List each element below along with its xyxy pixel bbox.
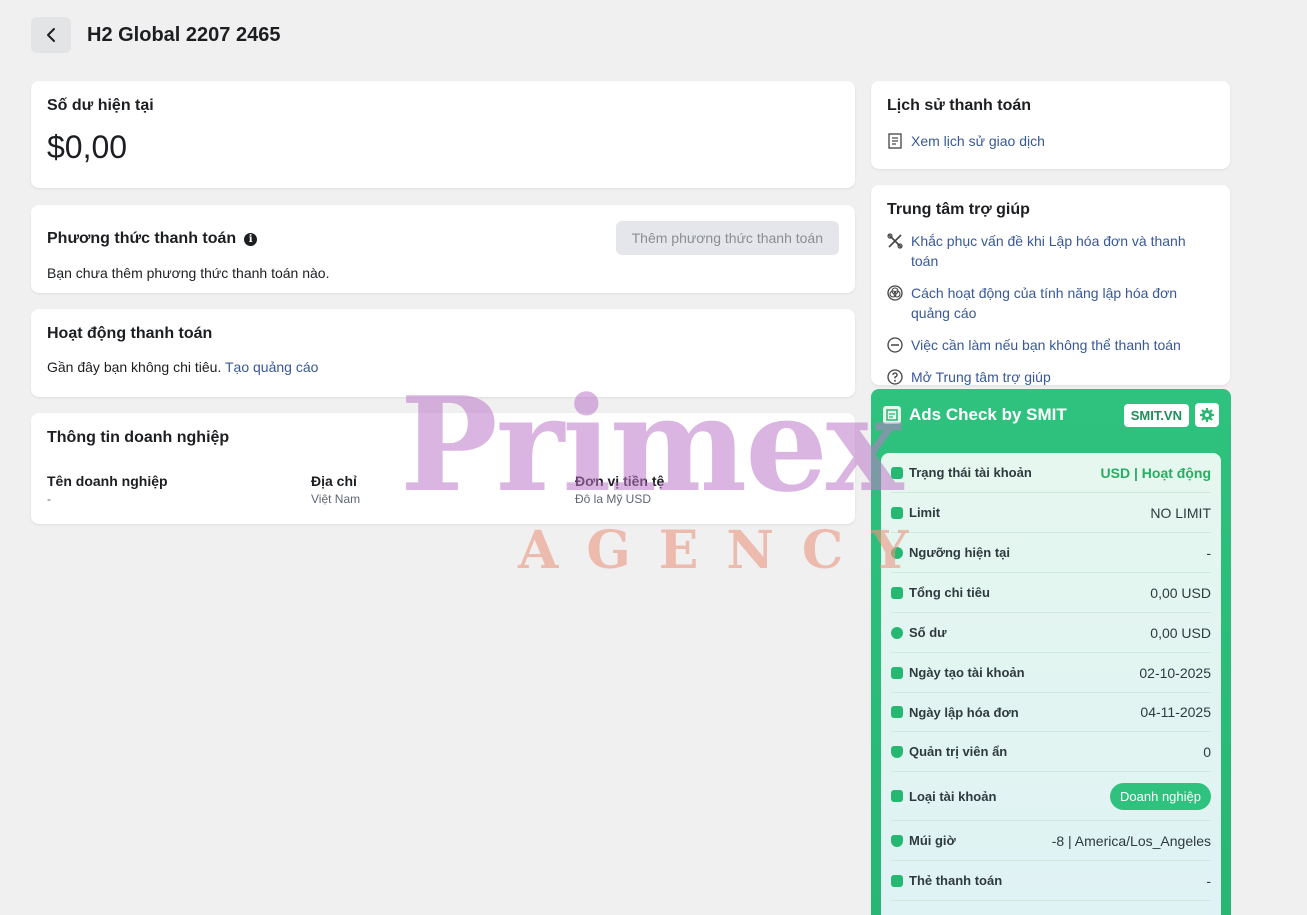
- transaction-history-link-label[interactable]: Xem lịch sử giao dịch: [911, 131, 1045, 151]
- business-name-value: -: [47, 492, 51, 506]
- smit-row-label: Loại tài khoản: [909, 788, 997, 804]
- smit-row-account-type: Loại tài khoản Doanh nghiệp: [891, 772, 1211, 821]
- transaction-history-link[interactable]: Xem lịch sử giao dịch: [887, 131, 1214, 151]
- account-status-value: USD | Hoạt động: [1100, 464, 1211, 481]
- business-name-field: Tên doanh nghiệp -: [47, 473, 311, 506]
- smit-logo-icon: [883, 406, 901, 424]
- dollar-icon: [891, 626, 903, 639]
- balance-value: 0,00 USD: [1150, 624, 1211, 641]
- smit-row-label: Ngày tạo tài khoản: [909, 665, 1025, 680]
- wallet-icon: [891, 586, 903, 599]
- business-address-field: Địa chỉ Việt Nam: [311, 473, 575, 506]
- help-link-label[interactable]: Khắc phục vấn đề khi Lập hóa đơn và than…: [911, 231, 1214, 271]
- payment-card-value: -: [1206, 872, 1211, 889]
- payment-method-title: Phương thức thanh toán: [47, 230, 237, 247]
- minus-circle-icon: [887, 335, 903, 355]
- business-currency-label: Đơn vị tiền tệ: [575, 473, 665, 489]
- account-type-badge: Doanh nghiệp: [1110, 782, 1211, 810]
- help-link-label[interactable]: Cách hoạt động của tính năng lập hóa đơn…: [911, 283, 1214, 323]
- smit-row-hidden-admins: Quản trị viên ẩn 0: [891, 732, 1211, 772]
- smit-row-balance: Số dư 0,00 USD: [891, 613, 1211, 653]
- payment-history-card: Lịch sử thanh toán Xem lịch sử giao dịch: [871, 81, 1230, 169]
- smit-site-button[interactable]: SMIT.VN: [1123, 403, 1189, 427]
- receipt-icon: [887, 131, 903, 151]
- info-icon[interactable]: i: [244, 232, 258, 246]
- balance-amount: $0,00: [47, 129, 128, 165]
- help-center-card: Trung tâm trợ giúp Khắc phục vấn đề khi …: [871, 185, 1230, 385]
- smit-title: Ads Check by SMIT: [909, 405, 1067, 424]
- venn-icon: [887, 283, 903, 303]
- tools-icon: [887, 231, 903, 251]
- help-link-open-help-center[interactable]: Mở Trung tâm trợ giúp: [887, 367, 1214, 387]
- business-info-title: Thông tin doanh nghiệp: [47, 429, 230, 446]
- business-address-value: Việt Nam: [311, 492, 361, 506]
- business-name-label: Tên doanh nghiệp: [47, 473, 168, 489]
- calendar-icon: [891, 666, 903, 679]
- gear-icon[interactable]: [1195, 403, 1219, 427]
- smit-row-label: Ngưỡng hiện tại: [909, 545, 1010, 560]
- trend-icon: [891, 546, 903, 559]
- created-date-value: 02-10-2025: [1139, 664, 1211, 681]
- help-link-troubleshoot[interactable]: Khắc phục vấn đề khi Lập hóa đơn và than…: [887, 231, 1214, 271]
- threshold-value: -: [1206, 544, 1211, 561]
- shield-icon: [891, 745, 903, 758]
- activity-text: Gần đây bạn không chi tiêu.: [47, 359, 222, 375]
- chart-icon: [891, 466, 903, 479]
- balance-card: Số dư hiện tại $0,00: [31, 81, 855, 188]
- business-address-label: Địa chỉ: [311, 473, 357, 489]
- smit-row-timezone: Múi giờ -8 | America/Los_Angeles: [891, 821, 1211, 861]
- payment-method-card: Phương thức thanh toán i Thêm phương thứ…: [31, 205, 855, 293]
- clock-shield-icon: [891, 834, 903, 847]
- smit-row-label: Múi giờ: [909, 833, 956, 848]
- calendar-check-icon: [891, 706, 903, 718]
- smit-row-limit: Limit NO LIMIT: [891, 493, 1211, 533]
- smit-row-label: Quản trị viên ẩn: [909, 744, 1008, 759]
- smit-row-label: Ngày lập hóa đơn: [909, 704, 1019, 720]
- create-ad-link[interactable]: Tạo quảng cáo: [225, 359, 318, 375]
- smit-row-billing-date: Ngày lập hóa đơn 04-11-2025: [891, 693, 1211, 732]
- smit-row-threshold: Ngưỡng hiện tại -: [891, 533, 1211, 573]
- hidden-admins-value: 0: [1203, 743, 1211, 760]
- limit-value: NO LIMIT: [1150, 504, 1211, 521]
- question-circle-icon: [887, 367, 903, 387]
- card-icon: [891, 506, 903, 519]
- total-spend-value: 0,00 USD: [1150, 584, 1211, 601]
- help-center-title: Trung tâm trợ giúp: [887, 201, 1030, 218]
- payment-activity-card: Hoạt động thanh toán Gần đây bạn không c…: [31, 309, 855, 397]
- smit-row-label: Trạng thái tài khoản: [909, 465, 1032, 480]
- smit-row-created-date: Ngày tạo tài khoản 02-10-2025: [891, 653, 1211, 693]
- credit-card-icon: [891, 874, 903, 887]
- payment-activity-title: Hoạt động thanh toán: [47, 325, 213, 342]
- smit-row-label: Tổng chi tiêu: [909, 585, 990, 600]
- smit-row-label: Thẻ thanh toán: [909, 873, 1003, 888]
- billing-date-value: 04-11-2025: [1140, 704, 1211, 720]
- business-info-card: Thông tin doanh nghiệp Tên doanh nghiệp …: [31, 413, 855, 524]
- user-card-icon: [891, 790, 903, 802]
- help-link-label[interactable]: Việc cần làm nếu bạn không thể thanh toá…: [911, 335, 1181, 355]
- smit-info-table: Trạng thái tài khoản USD | Hoạt động Lim…: [881, 453, 1221, 915]
- smit-row-label: Limit: [909, 505, 941, 520]
- smit-row-label: Số dư: [909, 625, 947, 640]
- business-currency-value: Đô la Mỹ USD: [575, 492, 652, 506]
- back-button[interactable]: [31, 17, 71, 53]
- payment-history-title: Lịch sử thanh toán: [887, 97, 1032, 114]
- smit-row-status: Trạng thái tài khoản USD | Hoạt động: [891, 453, 1211, 493]
- business-currency-field: Đơn vị tiền tệ Đô la Mỹ USD: [575, 473, 839, 506]
- timezone-value: -8 | America/Los_Angeles: [1051, 832, 1211, 849]
- balance-title: Số dư hiện tại: [47, 97, 154, 114]
- payment-method-empty-text: Bạn chưa thêm phương thức thanh toán nào…: [47, 265, 330, 281]
- add-payment-method-button[interactable]: Thêm phương thức thanh toán: [615, 221, 839, 255]
- help-link-cannot-pay[interactable]: Việc cần làm nếu bạn không thể thanh toá…: [887, 335, 1214, 355]
- smit-row-total-spend: Tổng chi tiêu 0,00 USD: [891, 573, 1211, 613]
- page-header: H2 Global 2207 2465: [31, 17, 280, 53]
- smit-ads-check-panel: Ads Check by SMIT SMIT.VN Trạng thái tài…: [871, 389, 1231, 915]
- chevron-left-icon: [47, 28, 55, 42]
- help-link-label[interactable]: Mở Trung tâm trợ giúp: [911, 367, 1051, 387]
- page-title: H2 Global 2207 2465: [87, 23, 281, 46]
- help-link-how-billing-works[interactable]: Cách hoạt động của tính năng lập hóa đơn…: [887, 283, 1214, 323]
- smit-row-payment-card: Thẻ thanh toán -: [891, 861, 1211, 901]
